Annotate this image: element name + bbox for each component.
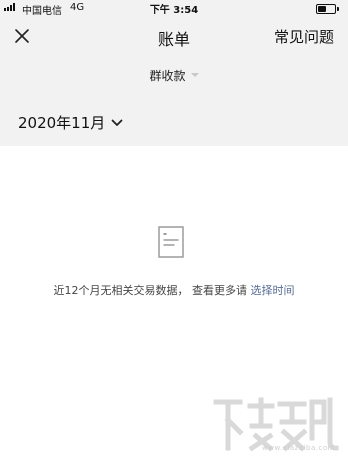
caret-down-icon — [190, 73, 199, 77]
status-bar: 中国电信 4G 下午 3:54 — [0, 0, 348, 17]
empty-state-text: 近12个月无相关交易数据， 查看更多请 — [53, 284, 248, 297]
faq-button[interactable]: 常见问题 — [274, 26, 334, 47]
filter-label: 群收款 — [149, 68, 186, 83]
filter-bar: 群收款 — [0, 58, 348, 92]
status-time: 下午 3:54 — [149, 5, 199, 16]
watermark-url: www.xiazaiba.com — [262, 444, 335, 452]
document-icon — [158, 226, 184, 258]
battery-icon — [316, 4, 339, 14]
select-time-link[interactable]: 选择时间 — [251, 284, 295, 297]
watermark-logo — [213, 397, 339, 452]
month-selector[interactable]: 2020年11月 — [18, 112, 123, 133]
chevron-down-icon — [111, 119, 123, 126]
empty-state-message: 近12个月无相关交易数据， 查看更多请 选择时间 — [0, 282, 348, 298]
navigation-bar: 账单 常见问题 — [0, 16, 348, 58]
transaction-type-filter[interactable]: 群收款 — [149, 67, 199, 84]
month-label: 2020年11月 — [18, 114, 106, 132]
month-bar: 2020年11月 — [0, 92, 348, 146]
